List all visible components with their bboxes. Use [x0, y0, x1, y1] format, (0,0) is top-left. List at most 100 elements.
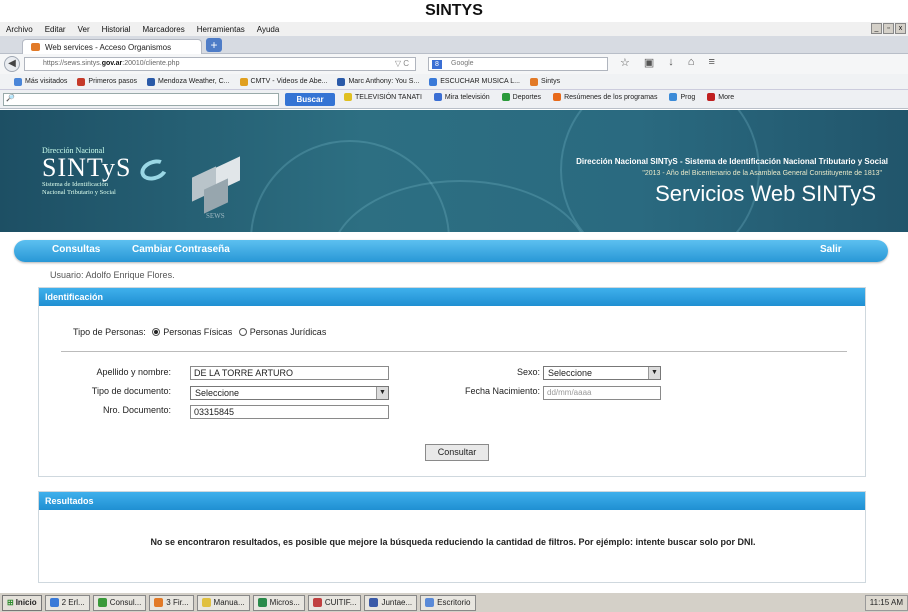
home-icon[interactable]: ⌂ — [688, 56, 695, 69]
bookmark-item[interactable]: Más visitados — [14, 77, 67, 86]
window-controls: _ ▫ x — [871, 23, 906, 34]
tab-strip: Web services - Acceso Organismos + — [0, 36, 908, 54]
radio-personas-juridicas[interactable] — [238, 328, 247, 336]
toolbar-item[interactable]: TELEVISIÓN TANATI — [344, 93, 422, 101]
menu-historial[interactable]: Historial — [102, 25, 131, 34]
clipboard-icon[interactable]: ▣ — [644, 56, 654, 69]
url-prefix: https://sews.sintys. — [43, 60, 102, 67]
bookmark-item[interactable]: CMTV - Videos de Abe... — [239, 77, 327, 86]
header-banner: Dirección Nacional SINTyS Sistema de Ide… — [0, 110, 908, 232]
bookmark-icon — [147, 77, 156, 86]
download-icon[interactable]: ↓ — [668, 56, 674, 69]
bookmark-icon — [530, 77, 539, 86]
nav-salir[interactable]: Salir — [820, 244, 842, 255]
google-badge: 8 — [432, 60, 442, 69]
toolbar-item[interactable]: Deportes — [501, 93, 542, 101]
reload-icon[interactable]: ▽ C — [395, 58, 409, 70]
taskbar-button[interactable]: Escritorio — [420, 594, 476, 611]
identificacion-heading: Identificación — [39, 288, 865, 306]
apellido-nombre-input[interactable]: DE LA TORRE ARTURO — [190, 366, 389, 380]
url-suffix: :20010/cliente.php — [122, 60, 180, 67]
google-search-box[interactable]: 8 Google — [428, 57, 608, 71]
address-bar[interactable]: https://sews.sintys.gov.ar:20010/cliente… — [24, 57, 416, 71]
new-tab-button[interactable]: + — [206, 38, 222, 52]
tipo-documento-select[interactable]: Seleccione ▼ — [190, 386, 389, 400]
identificacion-panel: Identificación Tipo de Personas: Persona… — [38, 287, 866, 477]
sexo-select[interactable]: Seleccione ▼ — [543, 366, 661, 380]
bookmark-item[interactable]: ESCUCHAR MUSICA L... — [429, 77, 521, 86]
taskbar-button-label: CUITIF... — [324, 598, 357, 607]
minimize-button[interactable]: _ — [871, 23, 882, 34]
nav-consultas[interactable]: Consultas — [52, 244, 100, 255]
no-results-message: No se encontraron resultados, es posible… — [150, 537, 756, 547]
chevron-down-icon: ▼ — [648, 367, 660, 379]
sews-cube-icon: SEWS — [188, 154, 246, 220]
bookmarks-bar: Más visitados Primeros pasos Mendoza Weath… — [0, 74, 908, 90]
document-title: SINTYS — [425, 2, 483, 19]
logo-sub1: Sistema de Identificación — [42, 181, 109, 188]
clock: 11:15 AM — [869, 598, 903, 607]
search-toolbar: 🔎 Buscar TELEVISIÓN TANATI Mira televisió… — [0, 90, 908, 109]
bookmark-item[interactable]: Sintys — [530, 77, 560, 86]
tipo-personas-row: Tipo de Personas: Personas Físicas Perso… — [73, 327, 326, 337]
taskbar-button-label: Consul... — [109, 598, 142, 607]
menu-marcadores[interactable]: Marcadores — [143, 25, 185, 34]
bookmark-item[interactable]: Mendoza Weather, C... — [147, 77, 230, 86]
logo-sub2: Nacional Tributario y Social — [42, 189, 116, 196]
nav-cambiar-contrasena[interactable]: Cambiar Contraseña — [132, 244, 230, 255]
toolbar-item-label: TELEVISIÓN TANATI — [355, 93, 422, 101]
toolbar-item[interactable]: Mira televisión — [433, 93, 490, 101]
bookmark-label: Primeros pasos — [88, 78, 138, 85]
taskbar-button-label: Manua... — [213, 598, 245, 607]
toolbar-item[interactable]: Prog — [669, 93, 695, 101]
taskbar-button[interactable]: CUITIF... — [307, 594, 362, 611]
toolbar-item-label: Prog — [680, 93, 696, 101]
nro-documento-label: Nro. Documento: — [102, 405, 171, 415]
maximize-button[interactable]: ▫ — [883, 23, 894, 34]
toolbar-item-icon — [433, 93, 442, 101]
menu-ayuda[interactable]: Ayuda — [257, 25, 280, 34]
toolbar-item-label: More — [718, 93, 735, 101]
bookmark-item[interactable]: Primeros pasos — [77, 77, 138, 86]
start-button[interactable]: ⊞ Inicio — [2, 594, 42, 611]
taskbar-button[interactable]: Juntae... — [364, 594, 418, 611]
consultar-button[interactable]: Consultar — [425, 444, 489, 461]
tab-title: Web services - Acceso Organismos — [45, 42, 172, 52]
taskbar-button[interactable]: Consul... — [92, 594, 147, 611]
bookmark-item[interactable]: Marc Anthony: You S... — [337, 77, 420, 86]
toolbar-items: TELEVISIÓN TANATI Mira televisión Deportes… — [344, 93, 734, 101]
menu-herramientas[interactable]: Herramientas — [197, 25, 245, 34]
toolbar-search-input[interactable]: 🔎 — [3, 93, 279, 106]
taskbar-button[interactable]: Micros... — [252, 594, 305, 611]
menu-editar[interactable]: Editar — [45, 25, 66, 34]
radio-personas-fisicas[interactable] — [152, 328, 161, 336]
bookmark-icon — [337, 77, 346, 86]
fecha-nacimiento-input[interactable]: dd/mm/aaaa — [543, 386, 661, 400]
taskbar-button[interactable]: Manua... — [196, 594, 250, 611]
bookmark-label: Marc Anthony: You S... — [348, 78, 420, 85]
tipo-documento-label: Tipo de documento: — [91, 386, 171, 396]
menu-icon[interactable]: ≡ — [708, 56, 714, 69]
toolbar-item[interactable]: More — [707, 93, 734, 101]
taskbar-button[interactable]: 3 Fir... — [149, 594, 194, 611]
taskbar-button-label: Escritorio — [437, 598, 471, 607]
back-arrow-icon[interactable]: ◀ — [4, 56, 20, 72]
toolbar-item-label: Deportes — [512, 93, 542, 101]
star-icon[interactable]: ☆ — [620, 56, 630, 69]
bookmark-label: ESCUCHAR MUSICA L... — [440, 78, 521, 85]
apellido-label: Apellido y nombre: — [96, 367, 171, 377]
close-button[interactable]: x — [895, 23, 906, 34]
banner-title: Servicios Web SINTyS — [655, 181, 876, 206]
personas-fisicas-label[interactable]: Personas Físicas — [163, 327, 232, 337]
browser-tab[interactable]: Web services - Acceso Organismos — [22, 39, 202, 54]
taskbar-app-icon — [257, 598, 267, 607]
menu-ver[interactable]: Ver — [78, 25, 90, 34]
taskbar-app-icon — [154, 598, 164, 607]
sexo-label: Sexo: — [516, 367, 540, 377]
nro-documento-input[interactable]: 03315845 — [190, 405, 389, 419]
personas-juridicas-label[interactable]: Personas Jurídicas — [250, 327, 327, 337]
toolbar-item[interactable]: Resúmenes de los programas — [553, 93, 657, 101]
menu-archivo[interactable]: Archivo — [6, 25, 33, 34]
buscar-button[interactable]: Buscar — [285, 93, 335, 106]
taskbar-button[interactable]: 2 Erl... — [44, 594, 90, 611]
